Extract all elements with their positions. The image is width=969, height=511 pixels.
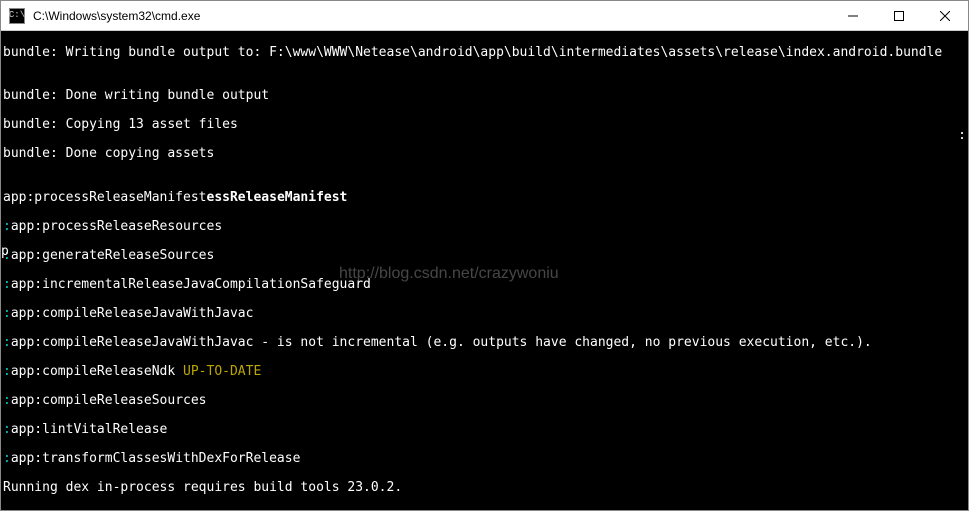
minimize-button[interactable] (830, 1, 876, 30)
close-button[interactable] (922, 1, 968, 30)
window-title: C:\Windows\system32\cmd.exe (33, 9, 830, 23)
out-line: :app:processReleaseResources (3, 220, 966, 235)
out-line: :app:lintVitalRelease (3, 423, 966, 438)
out-line: :app:transformClassesWithDexForRelease (3, 452, 966, 467)
out-line: bundle: Done copying assets (3, 147, 966, 162)
out-line: For faster builds update this project to… (3, 510, 966, 511)
out-line: app:processReleaseManifestessReleaseMani… (3, 191, 966, 206)
scroll-hint: p (1, 245, 9, 260)
window-controls (830, 1, 968, 30)
terminal-output[interactable]: bundle: Writing bundle output to: F:\www… (1, 31, 968, 510)
out-line: :app:generateReleaseSources (3, 249, 966, 264)
cmd-icon: C:\ (9, 8, 25, 24)
out-line: bundle: Copying 13 asset files (3, 118, 966, 133)
out-line: bundle: Done writing bundle output (3, 89, 966, 104)
cmd-window: C:\ C:\Windows\system32\cmd.exe bundle: … (0, 0, 969, 511)
scroll-hint: : (958, 129, 966, 144)
maximize-button[interactable] (876, 1, 922, 30)
out-line: Running dex in-process requires build to… (3, 481, 966, 496)
out-line: :app:compileReleaseJavaWithJavac (3, 307, 966, 322)
out-line: :app:compileReleaseNdk UP-TO-DATE (3, 365, 966, 380)
out-line: :app:compileReleaseJavaWithJavac - is no… (3, 336, 966, 351)
out-line: :app:compileReleaseSources (3, 394, 966, 409)
titlebar[interactable]: C:\ C:\Windows\system32\cmd.exe (1, 1, 968, 31)
out-line: :app:incrementalReleaseJavaCompilationSa… (3, 278, 966, 293)
out-line: bundle: Writing bundle output to: F:\www… (3, 46, 966, 61)
